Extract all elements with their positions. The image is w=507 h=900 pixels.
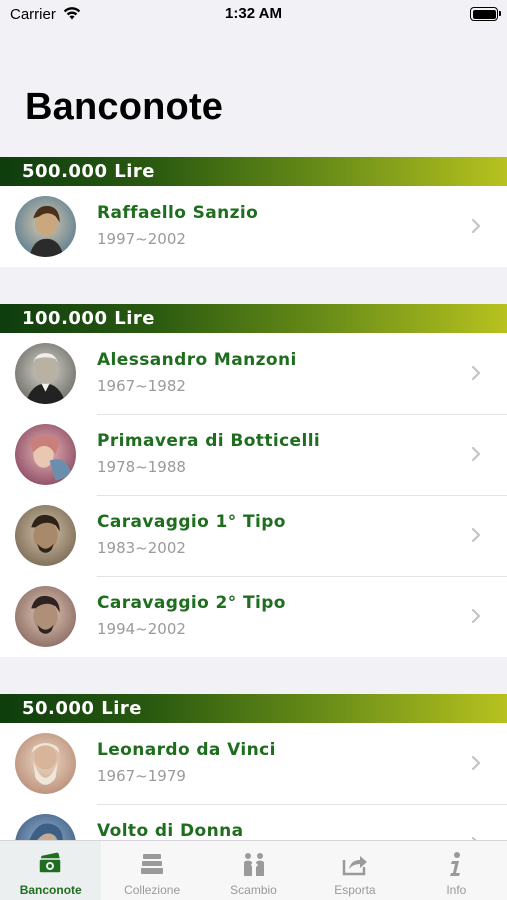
row-years: 1997~2002 xyxy=(97,230,186,248)
row-years: 1967~1982 xyxy=(97,377,186,395)
row-title: Caravaggio 1° Tipo xyxy=(97,512,286,532)
tab-collezione[interactable]: Collezione xyxy=(101,841,202,900)
portrait-avatar xyxy=(15,814,76,840)
list-item[interactable]: Alessandro Manzoni 1967~1982 xyxy=(0,333,507,414)
page-title: Banconote xyxy=(25,86,224,128)
list-item[interactable]: Raffaello Sanzio 1997~2002 xyxy=(0,186,507,267)
chevron-right-icon xyxy=(471,755,481,771)
portrait-avatar xyxy=(15,733,76,794)
chevron-right-icon xyxy=(471,218,481,234)
status-bar: Carrier 1:32 AM xyxy=(0,0,507,30)
section-header: 50.000 Lire xyxy=(0,694,507,723)
section-50000: 50.000 Lire Leonardo da Vinci 1967~1979 … xyxy=(0,694,507,840)
tab-label: Esporta xyxy=(334,883,376,897)
row-years: 1983~2002 xyxy=(97,539,186,557)
list-item[interactable]: Leonardo da Vinci 1967~1979 xyxy=(0,723,507,804)
clock: 1:32 AM xyxy=(225,5,282,22)
section-500000: 500.000 Lire Raffaello Sanzio 1997~2002 xyxy=(0,157,507,267)
tab-info[interactable]: Info xyxy=(406,841,507,900)
row-title: Volto di Donna xyxy=(97,821,244,840)
info-icon xyxy=(450,852,461,876)
chevron-right-icon xyxy=(471,608,481,624)
tab-label: Scambio xyxy=(230,883,277,897)
section-header: 100.000 Lire xyxy=(0,304,507,333)
list-item[interactable]: Caravaggio 1° Tipo 1983~2002 xyxy=(0,495,507,576)
tab-esporta[interactable]: Esporta xyxy=(304,841,405,900)
row-years: 1967~1979 xyxy=(97,767,186,785)
portrait-avatar xyxy=(15,505,76,566)
tab-label: Collezione xyxy=(124,883,181,897)
battery-tip xyxy=(499,11,501,16)
battery-icon xyxy=(470,7,498,21)
chevron-right-icon xyxy=(471,446,481,462)
tab-label: Info xyxy=(446,883,467,897)
list-item[interactable]: Caravaggio 2° Tipo 1994~2002 xyxy=(0,576,507,657)
chevron-right-icon xyxy=(471,365,481,381)
row-title: Alessandro Manzoni xyxy=(97,350,297,370)
stack-icon xyxy=(141,854,164,874)
row-years: 1978~1988 xyxy=(97,458,186,476)
banknote-list[interactable]: 500.000 Lire Raffaello Sanzio 1997~2002 … xyxy=(0,157,507,840)
section-header: 500.000 Lire xyxy=(0,157,507,186)
banknote-icon xyxy=(37,852,62,874)
row-title: Leonardo da Vinci xyxy=(97,740,276,760)
tab-label: Banconote xyxy=(19,883,82,897)
chevron-right-icon xyxy=(471,527,481,543)
share-icon xyxy=(342,856,367,876)
list-item[interactable]: Primavera di Botticelli 1978~1988 xyxy=(0,414,507,495)
tab-banconote[interactable]: Banconote xyxy=(0,841,102,900)
list-item[interactable]: Volto di Donna xyxy=(0,804,507,840)
row-title: Primavera di Botticelli xyxy=(97,431,321,451)
section-100000: 100.000 Lire Alessandro Manzoni 1967~198… xyxy=(0,304,507,657)
tab-bar: Banconote Collezione Scambio Esporta Inf… xyxy=(0,840,507,900)
row-title: Caravaggio 2° Tipo xyxy=(97,593,286,613)
tab-scambio[interactable]: Scambio xyxy=(203,841,304,900)
portrait-avatar xyxy=(15,196,76,257)
row-years: 1994~2002 xyxy=(97,620,186,638)
portrait-avatar xyxy=(15,586,76,647)
portrait-avatar xyxy=(15,424,76,485)
row-title: Raffaello Sanzio xyxy=(97,203,259,223)
portrait-avatar xyxy=(15,343,76,404)
exchange-icon xyxy=(243,853,264,876)
